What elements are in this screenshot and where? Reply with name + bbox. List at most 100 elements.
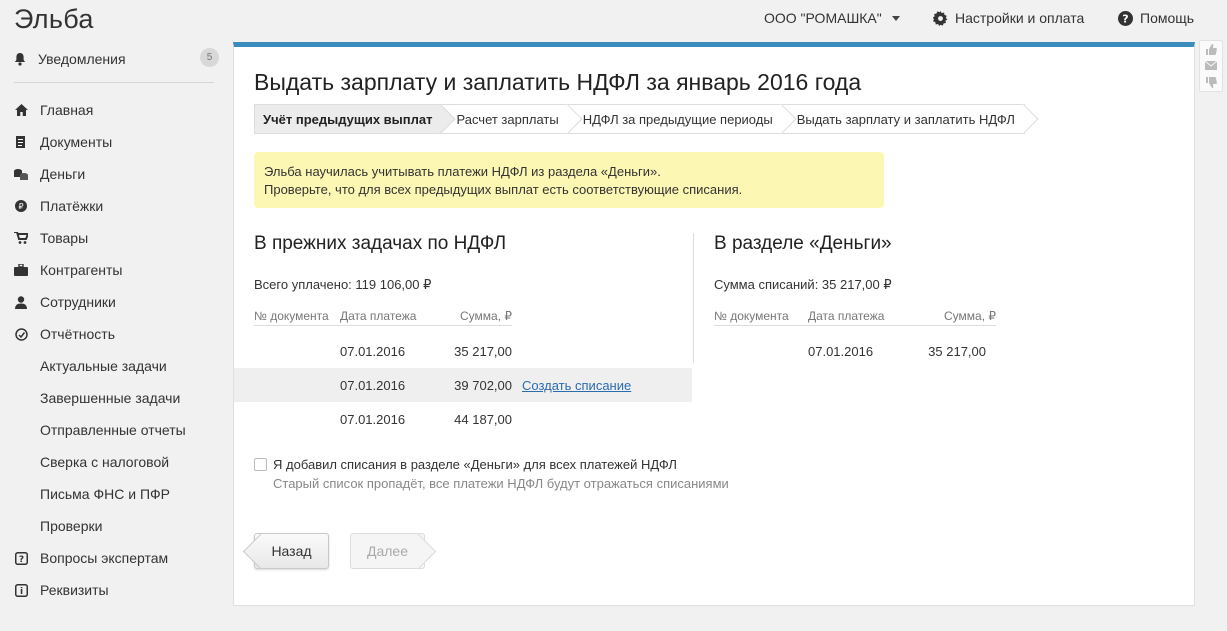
notice-line: Проверьте, что для всех предыдущих выпла… [264, 182, 743, 197]
page-title: Выдать зарплату и заплатить НДФЛ за янва… [254, 69, 862, 95]
settings-label: Настройки и оплата [955, 10, 1085, 26]
organization-name: ООО "РОМАШКА" [764, 10, 882, 26]
sidebar-item-employees[interactable]: Сотрудники [14, 286, 219, 318]
confirmation-checkbox[interactable] [254, 458, 267, 471]
sidebar-item-label: Отправленные отчеты [40, 422, 186, 438]
step-previous-payments[interactable]: Учёт предыдущих выплат [254, 104, 443, 134]
column-divider [693, 233, 694, 363]
money-section: В разделе «Деньги» Сумма списаний: 35 21… [714, 233, 996, 326]
money-table: 07.01.2016 35 217,00 [714, 334, 986, 368]
step-salary-calculation[interactable]: Расчет зарплаты [442, 104, 569, 134]
notifications-label: Уведомления [38, 51, 126, 67]
column-header: № документа [714, 308, 789, 323]
sidebar-item-payments[interactable]: ₽ Платёжки [14, 190, 219, 222]
sum-cell: 39 702,00 [454, 377, 512, 393]
back-button[interactable]: Назад [254, 533, 329, 569]
info-box-icon: i [14, 583, 28, 597]
sidebar-item-contractors[interactable]: Контрагенты [14, 254, 219, 286]
sidebar-item-expert-questions[interactable]: ? Вопросы экспертам [14, 542, 219, 574]
sidebar-item-label: Деньги [40, 166, 86, 182]
step-label: Расчет зарплаты [456, 111, 559, 127]
column-header: Дата платежа [808, 308, 885, 323]
sidebar-item-label: Отчётность [40, 326, 116, 342]
briefcase-icon [14, 263, 28, 277]
sidebar-item-label: Реквизиты [40, 582, 109, 598]
sidebar-item-tax-reconciliation[interactable]: Сверка с налоговой [14, 446, 219, 478]
svg-text:?: ? [1122, 12, 1128, 25]
sidebar-item-label: Товары [40, 230, 89, 246]
sum-cell: 35 217,00 [928, 343, 986, 359]
sidebar-item-goods[interactable]: Товары [14, 222, 219, 254]
sidebar-item-label: Проверки [40, 518, 103, 534]
confirmation-checkbox-group: Я добавил списания в разделе «Деньги» дл… [254, 457, 729, 491]
app-logo[interactable]: Эльба [14, 4, 94, 35]
sidebar-item-home[interactable]: Главная [14, 94, 219, 126]
help-icon: ? [1118, 10, 1133, 26]
sidebar-item-label: Завершенные задачи [40, 390, 181, 406]
thumbs-up-icon[interactable] [1205, 44, 1217, 56]
sidebar-item-requisites[interactable]: i Реквизиты [14, 574, 219, 606]
svg-text:₽: ₽ [18, 202, 23, 211]
organization-selector[interactable]: ООО "РОМАШКА" [764, 9, 900, 27]
sidebar-item-money[interactable]: Деньги [14, 158, 219, 190]
sidebar-item-reporting[interactable]: Отчётность [14, 318, 219, 350]
table-header: № документа Дата платежа Сумма, ₽ [254, 306, 512, 326]
column-header: Дата платежа [340, 308, 417, 323]
sidebar-item-label: Сверка с налоговой [40, 454, 170, 470]
sidebar-item-current-tasks[interactable]: Актуальные задачи [14, 350, 219, 382]
table-row: 07.01.2016 35 217,00 [714, 334, 986, 368]
date-cell: 07.01.2016 [808, 343, 874, 359]
wizard-steps: Учёт предыдущих выплат Расчет зарплаты Н… [254, 104, 1025, 134]
sidebar-item-sent-reports[interactable]: Отправленные отчеты [14, 414, 219, 446]
bell-icon [14, 53, 26, 66]
confirmation-checkbox-label[interactable]: Я добавил списания в разделе «Деньги» дл… [254, 457, 729, 472]
create-writeoff-link[interactable]: Создать списание [512, 378, 631, 393]
help-link[interactable]: ? Помощь [1118, 9, 1194, 27]
sidebar-item-label: Главная [40, 102, 94, 118]
notice-line: Эльба научилась учитывать платежи НДФЛ и… [264, 164, 661, 179]
section-title: В разделе «Деньги» [714, 233, 892, 254]
date-cell: 07.01.2016 [340, 377, 406, 393]
step-ndfl-previous-periods[interactable]: НДФЛ за предыдущие периоды [568, 104, 783, 134]
next-button[interactable]: Далее [350, 533, 425, 569]
step-label: Учёт предыдущих выплат [263, 111, 433, 127]
info-notice: Эльба научилась учитывать платежи НДФЛ и… [254, 152, 884, 208]
checkbox-hint: Старый список пропадёт, все платежи НДФЛ… [273, 476, 729, 491]
sidebar-item-inspections[interactable]: Проверки [14, 510, 219, 542]
next-button-label: Далее [366, 543, 408, 559]
total-paid: Всего уплачено: 119 106,00 ₽ [254, 277, 432, 292]
step-label: НДФЛ за предыдущие периоды [582, 111, 773, 127]
sidebar-item-label: Вопросы экспертам [40, 550, 169, 566]
person-icon [14, 295, 28, 309]
thumbs-down-icon[interactable] [1205, 76, 1217, 88]
step-label: Выдать зарплату и заплатить НДФЛ [796, 111, 1015, 127]
sidebar-item-label: Актуальные задачи [40, 358, 167, 374]
home-icon [14, 103, 28, 117]
chevron-down-icon [891, 15, 900, 21]
total-writeoffs: Сумма списаний: 35 217,00 ₽ [714, 277, 892, 292]
sidebar-item-fns-pfr-letters[interactable]: Письма ФНС и ПФР [14, 478, 219, 510]
sum-cell: 44 187,00 [454, 411, 512, 427]
mail-icon[interactable] [1205, 61, 1217, 71]
settings-link[interactable]: Настройки и оплата [933, 9, 1084, 27]
document-icon [14, 135, 28, 149]
step-pay-salary-and-ndfl[interactable]: Выдать зарплату и заплатить НДФЛ [782, 104, 1025, 134]
back-button-label: Назад [271, 543, 312, 559]
table-row: 07.01.2016 39 702,00 Создать списание [234, 368, 692, 402]
coins-icon [14, 167, 28, 181]
date-cell: 07.01.2016 [340, 343, 406, 359]
column-header: № документа [254, 308, 329, 323]
notifications-item[interactable]: Уведомления 5 [14, 44, 219, 74]
svg-text:i: i [19, 587, 22, 597]
section-title: В прежних задачах по НДФЛ [254, 233, 507, 254]
previous-tasks-table: 07.01.2016 35 217,00 07.01.2016 39 702,0… [234, 334, 692, 436]
column-header: Сумма, ₽ [943, 308, 996, 323]
column-header: Сумма, ₽ [459, 308, 512, 323]
sidebar-item-documents[interactable]: Документы [14, 126, 219, 158]
date-cell: 07.01.2016 [340, 411, 406, 427]
checkbox-text: Я добавил списания в разделе «Деньги» дл… [273, 457, 677, 472]
main-panel: Выдать зарплату и заплатить НДФЛ за янва… [233, 42, 1195, 606]
sidebar-item-label: Контрагенты [40, 262, 123, 278]
sidebar-item-completed-tasks[interactable]: Завершенные задачи [14, 382, 219, 414]
notifications-count-badge: 5 [200, 48, 219, 67]
